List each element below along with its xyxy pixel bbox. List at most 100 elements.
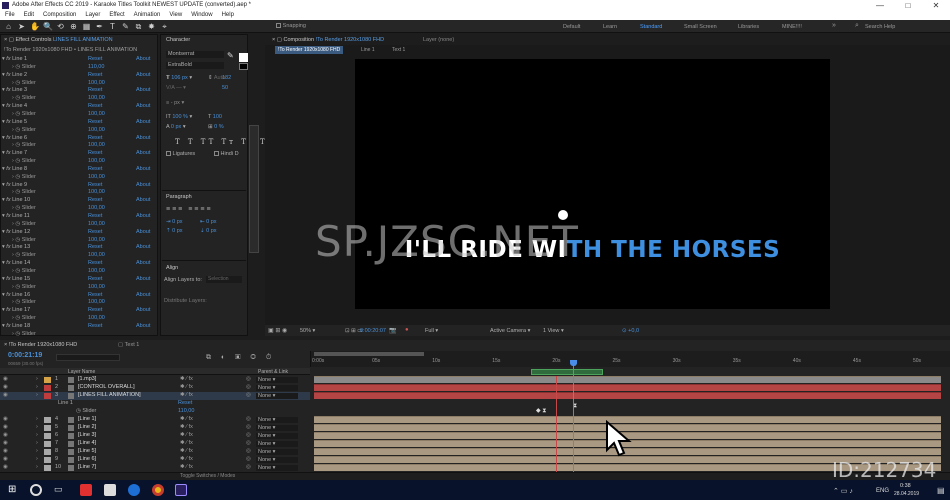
label-color-swatch[interactable]: [44, 377, 51, 383]
reset-link[interactable]: Reset: [88, 292, 102, 300]
expand-icon[interactable]: ▾: [2, 197, 5, 203]
menu-animation[interactable]: Animation: [134, 11, 161, 20]
hand-tool-icon[interactable]: ✋: [30, 22, 40, 31]
effect-row[interactable]: ▾ fx Line 9 Reset About: [2, 182, 154, 190]
tray-icons[interactable]: ⌃ ▭ ♪: [833, 487, 853, 495]
slider-row[interactable]: › ◷ Slider 100,00: [2, 189, 154, 197]
stopwatch-icon[interactable]: ◷: [15, 299, 20, 305]
fx-icon[interactable]: fx: [6, 72, 10, 78]
layer-row[interactable]: ◉ › 5 [Line 2] ✱ ⁄ fx ◎ None ▾: [0, 424, 310, 432]
layer-row[interactable]: ◉ › 1 [1.mp3] ✱ ⁄ fx ◎ None ▾: [0, 376, 310, 384]
slider-row[interactable]: › ◷ Slider 100,00: [2, 95, 154, 103]
timeline-search-input[interactable]: [56, 354, 120, 361]
reset-link[interactable]: Reset: [88, 244, 102, 252]
fx-icon[interactable]: fx: [6, 260, 10, 266]
stopwatch-icon[interactable]: ◷: [15, 331, 20, 337]
current-timecode[interactable]: 0:00:21:19: [8, 352, 42, 359]
expand-icon[interactable]: ›: [36, 416, 38, 424]
slider-row[interactable]: › ◷ Slider 100,00: [2, 237, 154, 245]
camera-select[interactable]: Active Camera ▾: [490, 328, 530, 334]
stopwatch-icon[interactable]: ◷: [15, 158, 20, 164]
indent-right-field[interactable]: ⇤ 0 px: [200, 219, 217, 225]
expand-icon[interactable]: ›: [36, 424, 38, 432]
switch-icons[interactable]: ✱ ⁄ fx: [180, 464, 193, 472]
slider-row[interactable]: › ◷ Slider 100,00: [2, 142, 154, 150]
close-button[interactable]: ✕: [922, 0, 950, 11]
about-link[interactable]: About: [136, 213, 150, 221]
slider-row[interactable]: › ◷ Slider: [2, 331, 154, 339]
resolution-select[interactable]: Full ▾: [425, 328, 438, 334]
reset-link[interactable]: Reset: [88, 56, 102, 64]
notifications-icon[interactable]: ▤: [937, 486, 945, 495]
layer-name[interactable]: [CONTROL OVERALL]: [78, 384, 135, 392]
zoom-tool-icon[interactable]: 🔍: [43, 22, 53, 31]
toggle-switches-modes[interactable]: Toggle Switches / Modes: [180, 473, 235, 479]
font-family-select[interactable]: Montserrat: [166, 51, 224, 58]
puppet-tool-icon[interactable]: ⌖: [160, 22, 169, 31]
effect-row[interactable]: ▾ fx Line 13 Reset About: [2, 244, 154, 252]
about-link[interactable]: About: [136, 87, 150, 95]
slider-value[interactable]: 100,00: [88, 127, 105, 135]
layer-name-header[interactable]: Layer Name: [68, 369, 95, 375]
eye-icon[interactable]: ◉: [3, 448, 8, 456]
baseline-shift-field[interactable]: A 0 px ▾: [166, 124, 186, 130]
maximize-button[interactable]: □: [894, 0, 922, 11]
snapshot-icon[interactable]: 📷: [389, 327, 396, 334]
layer-row[interactable]: ◉ › 2 [CONTROL OVERALL] ✱ ⁄ fx ◎ None ▾: [0, 384, 310, 392]
layer-row[interactable]: ◉ › 4 [Line 1] ✱ ⁄ fx ◎ None ▾: [0, 416, 310, 424]
expand-icon[interactable]: ›: [2, 237, 14, 243]
slider-row[interactable]: › ◷ Slider 100,00: [2, 111, 154, 119]
ligatures-checkbox[interactable]: Ligatures: [166, 151, 195, 157]
reset-link[interactable]: Reset: [88, 135, 102, 143]
viewer-timecode[interactable]: 0:00:20:07: [360, 328, 386, 334]
layer-name[interactable]: [Line 2]: [78, 424, 96, 432]
effect-row[interactable]: ▾ fx Line 4 Reset About: [2, 103, 154, 111]
reset-link[interactable]: Reset: [88, 72, 102, 80]
expand-icon[interactable]: ›: [2, 174, 14, 180]
stroke-color-swatch[interactable]: [239, 63, 248, 70]
tracking-field[interactable]: 182: [222, 75, 231, 81]
tsume-field-2[interactable]: ⊞ 0 %: [208, 124, 224, 130]
stopwatch-icon[interactable]: ◷: [15, 142, 20, 148]
expand-icon[interactable]: ›: [2, 268, 14, 274]
expand-icon[interactable]: ›: [2, 331, 14, 337]
switch-icons[interactable]: ✱ ⁄ fx: [180, 376, 193, 384]
expand-icon[interactable]: ›: [2, 221, 14, 227]
timeline-tab[interactable]: × !To Render 1920x1080 FHD: [4, 342, 77, 348]
fx-icon[interactable]: fx: [6, 119, 10, 125]
show-channel-icon[interactable]: ●: [405, 327, 409, 333]
layer-row[interactable]: ◉ › 7 [Line 4] ✱ ⁄ fx ◎ None ▾: [0, 440, 310, 448]
slider-row[interactable]: › ◷ Slider 100,00: [2, 221, 154, 229]
parent-pickwhip-icon[interactable]: ◎: [246, 440, 251, 448]
reset-link[interactable]: Reset: [88, 323, 102, 331]
expand-icon[interactable]: ▾: [2, 103, 5, 109]
effect-controls-tab[interactable]: × ▢ Effect Controls LINES FILL ANIMATION: [4, 37, 113, 43]
hindi-digits-checkbox[interactable]: Hindi D: [214, 151, 239, 157]
space-after-field[interactable]: ⇣ 0 px: [200, 228, 217, 234]
effect-row[interactable]: ▾ fx Line 8 Reset About: [2, 166, 154, 174]
stroke-width-field[interactable]: ≡ - px ▾: [166, 100, 184, 106]
menu-window[interactable]: Window: [191, 11, 212, 20]
search-circle-icon[interactable]: [30, 484, 42, 496]
expand-icon[interactable]: ▾: [2, 119, 5, 125]
parent-select[interactable]: None ▾: [256, 465, 298, 471]
expand-icon[interactable]: ›: [2, 95, 14, 101]
slider-value[interactable]: 100,00: [88, 299, 105, 307]
expand-icon[interactable]: ▾: [2, 276, 5, 282]
slider-row[interactable]: › ◷ Slider 100,00: [2, 315, 154, 323]
timeline-switch-icons[interactable]: ⧉ ◐ ▣ ◎ ⏱: [206, 354, 275, 362]
slider-row[interactable]: › ◷ Slider 100,00: [2, 174, 154, 182]
fx-icon[interactable]: fx: [6, 166, 10, 172]
vertical-scale-field[interactable]: IT 100 % ▾: [166, 114, 192, 120]
about-link[interactable]: About: [136, 150, 150, 158]
switch-icons[interactable]: ✱ ⁄ fx: [180, 416, 193, 424]
expand-icon[interactable]: ›: [36, 432, 38, 440]
tsume-field[interactable]: 50: [222, 85, 228, 91]
parent-select[interactable]: None ▾: [256, 417, 298, 423]
expand-icon[interactable]: ▾: [2, 213, 5, 219]
reset-link[interactable]: Reset: [88, 150, 102, 158]
stopwatch-icon[interactable]: ◷: [15, 64, 20, 70]
slider-value[interactable]: 100,00: [88, 268, 105, 276]
effect-row[interactable]: ▾ fx Line 14 Reset About: [2, 260, 154, 268]
fx-icon[interactable]: fx: [6, 197, 10, 203]
